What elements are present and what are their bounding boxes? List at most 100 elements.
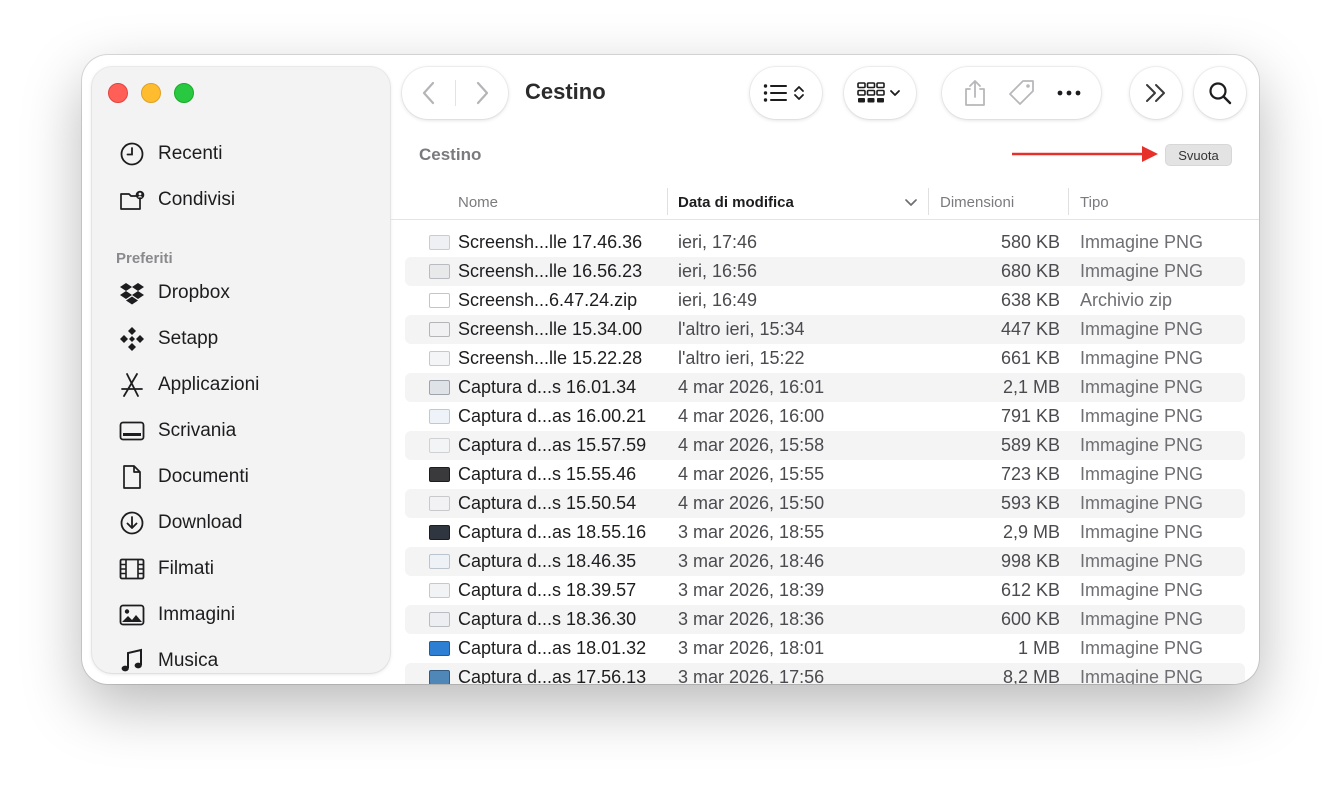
group-options-button[interactable] (844, 67, 916, 119)
sidebar-item-label: Condivisi (158, 189, 236, 210)
share-icon[interactable] (963, 79, 987, 107)
sidebar-item-label: Setapp (158, 328, 219, 349)
file-name: Screensh...lle 15.34.00 (458, 319, 643, 339)
file-name: Captura d...s 18.46.35 (458, 551, 637, 571)
minimize-window-button[interactable] (141, 83, 161, 103)
file-row[interactable]: Screensh...lle 15.22.28 l'altro ieri, 15:… (405, 344, 1245, 373)
zoom-window-button[interactable] (174, 83, 194, 103)
sidebar-section-title: Preferiti (116, 250, 173, 267)
file-date: 4 mar 2026, 16:01 (678, 377, 825, 397)
sidebar-item-label: Musica (158, 650, 219, 671)
file-date: ieri, 16:49 (678, 290, 758, 310)
file-list: Screensh...lle 17.46.36 ieri, 17:46 580 KB… (405, 228, 1245, 684)
film-icon (118, 555, 146, 583)
file-date: ieri, 17:46 (678, 232, 758, 252)
file-size: 8,2 MB (1002, 667, 1060, 684)
file-row[interactable]: Screensh...6.47.24.zip ieri, 16:49 638 KB A… (405, 286, 1245, 315)
file-row[interactable]: Captura d...s 18.39.57 3 mar 2026, 18:39 6… (405, 576, 1245, 605)
tag-icon[interactable] (1008, 79, 1036, 107)
sidebar-item-label: Applicazioni (158, 374, 260, 395)
column-name[interactable]: Nome (458, 185, 498, 219)
sidebar-item-applicazioni[interactable]: Applicazioni (118, 370, 259, 400)
file-kind: Immagine PNG (1080, 464, 1204, 484)
file-name: Captura d...as 16.00.21 (458, 406, 647, 426)
sidebar-item-setapp[interactable]: Setapp (118, 324, 218, 354)
file-name: Screensh...lle 15.22.28 (458, 348, 643, 368)
file-row[interactable]: Captura d...as 16.00.21 4 mar 2026, 16:00… (405, 402, 1245, 431)
file-row[interactable]: Captura d...as 17.56.13 3 mar 2026, 17:56… (405, 663, 1245, 684)
file-date: 3 mar 2026, 18:46 (678, 551, 825, 571)
file-date: 3 mar 2026, 18:36 (678, 609, 825, 629)
view-options-button[interactable] (750, 67, 822, 119)
column-header: Nome Data di modifica Dimensioni Tipo (390, 185, 1259, 220)
forward-icon[interactable] (456, 81, 508, 105)
file-row[interactable]: Captura d...as 18.01.32 3 mar 2026, 18:01… (405, 634, 1245, 663)
desktop-icon (118, 417, 146, 445)
expand-toolbar-button[interactable] (1130, 67, 1182, 119)
file-row[interactable]: Screensh...lle 15.34.00 l'altro ieri, 15:… (405, 315, 1245, 344)
file-size: 791 KB (1000, 406, 1060, 426)
png-thumbnail-icon (429, 496, 450, 511)
file-row[interactable]: Captura d...s 15.55.46 4 mar 2026, 15:55 7… (405, 460, 1245, 489)
file-row[interactable]: Screensh...lle 16.56.23 ieri, 16:56 680 KB… (405, 257, 1245, 286)
file-size: 447 KB (1000, 319, 1060, 339)
annotation-arrow-icon (1012, 146, 1158, 162)
sidebar-item-condivisi[interactable]: Condivisi (118, 185, 235, 215)
sidebar-item-scrivania[interactable]: Scrivania (118, 416, 236, 446)
file-row[interactable]: Captura d...s 18.36.30 3 mar 2026, 18:36 6… (405, 605, 1245, 634)
zip-file-icon (429, 293, 450, 308)
sidebar-item-immagini[interactable]: Immagini (118, 600, 235, 630)
file-size: 600 KB (1000, 609, 1060, 629)
png-thumbnail-icon (429, 554, 450, 569)
file-row[interactable]: Captura d...s 18.46.35 3 mar 2026, 18:46 9… (405, 547, 1245, 576)
png-thumbnail-icon (429, 467, 450, 482)
sidebar-item-recenti[interactable]: Recenti (118, 139, 222, 169)
png-thumbnail-icon (429, 409, 450, 424)
file-date: 3 mar 2026, 18:55 (678, 522, 825, 542)
column-divider[interactable] (667, 188, 668, 215)
search-button[interactable] (1194, 67, 1246, 119)
sidebar-item-label: Dropbox (158, 282, 230, 303)
sidebar-item-label: Filmati (158, 558, 214, 579)
file-kind: Immagine PNG (1080, 406, 1204, 426)
file-name: Screensh...lle 17.46.36 (458, 232, 643, 252)
file-name: Captura d...as 18.55.16 (458, 522, 647, 542)
photo-icon (118, 601, 146, 629)
file-kind: Immagine PNG (1080, 638, 1204, 658)
finder-window: Recenti Condivisi Preferiti Dropbox Seta… (82, 55, 1259, 684)
column-divider[interactable] (928, 188, 929, 215)
sidebar-item-dropbox[interactable]: Dropbox (118, 278, 230, 308)
file-date: 4 mar 2026, 16:00 (678, 406, 825, 426)
column-kind[interactable]: Tipo (1080, 185, 1109, 219)
file-row[interactable]: Captura d...as 15.57.59 4 mar 2026, 15:58… (405, 431, 1245, 460)
more-icon[interactable] (1057, 90, 1081, 96)
file-row[interactable]: Captura d...as 18.55.16 3 mar 2026, 18:55… (405, 518, 1245, 547)
file-row[interactable]: Captura d...s 15.50.54 4 mar 2026, 15:50 5… (405, 489, 1245, 518)
empty-trash-button[interactable]: Svuota (1165, 144, 1232, 166)
file-kind: Immagine PNG (1080, 435, 1204, 455)
sidebar-item-filmati[interactable]: Filmati (118, 554, 214, 584)
file-date: 4 mar 2026, 15:55 (678, 464, 825, 484)
list-view-icon (763, 82, 809, 104)
file-kind: Archivio zip (1080, 290, 1173, 310)
folder-title: Cestino (419, 145, 482, 164)
close-window-button[interactable] (108, 83, 128, 103)
file-kind: Immagine PNG (1080, 319, 1204, 339)
file-row[interactable]: Screensh...lle 17.46.36 ieri, 17:46 580 KB… (405, 228, 1245, 257)
file-size: 723 KB (1000, 464, 1060, 484)
file-size: 593 KB (1000, 493, 1060, 513)
file-date: l'altro ieri, 15:22 (678, 348, 805, 368)
sidebar-item-musica[interactable]: Musica (118, 646, 218, 673)
sort-descending-icon[interactable] (904, 195, 918, 214)
column-size[interactable]: Dimensioni (940, 185, 1014, 219)
file-name: Captura d...as 15.57.59 (458, 435, 647, 455)
column-divider[interactable] (1068, 188, 1069, 215)
back-icon[interactable] (403, 81, 455, 105)
column-date[interactable]: Data di modifica (678, 185, 794, 219)
file-kind: Immagine PNG (1080, 667, 1204, 684)
sidebar-item-download[interactable]: Download (118, 508, 243, 538)
music-icon (118, 647, 146, 673)
sidebar-item-documenti[interactable]: Documenti (118, 462, 249, 492)
file-row[interactable]: Captura d...s 16.01.34 4 mar 2026, 16:01 2… (405, 373, 1245, 402)
file-size: 661 KB (1000, 348, 1060, 368)
